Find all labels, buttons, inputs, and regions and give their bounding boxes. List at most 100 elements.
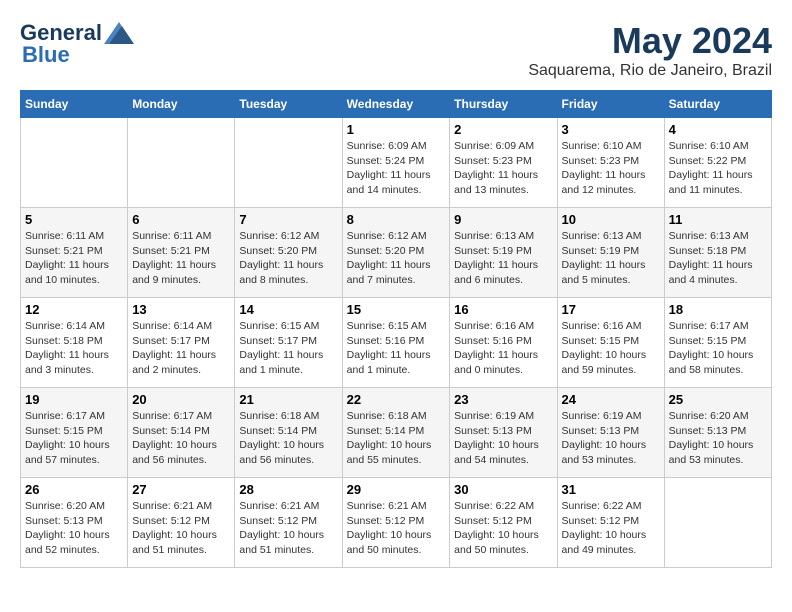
day-number: 11 bbox=[669, 212, 767, 227]
calendar-week-4: 19 Sunrise: 6:17 AM Sunset: 5:15 PM Dayli… bbox=[21, 388, 772, 478]
day-number: 28 bbox=[239, 482, 337, 497]
day-info: Sunrise: 6:12 AM Sunset: 5:20 PM Dayligh… bbox=[239, 229, 337, 288]
day-info: Sunrise: 6:19 AM Sunset: 5:13 PM Dayligh… bbox=[562, 409, 660, 468]
day-info: Sunrise: 6:11 AM Sunset: 5:21 PM Dayligh… bbox=[132, 229, 230, 288]
day-number: 18 bbox=[669, 302, 767, 317]
calendar-cell: 30 Sunrise: 6:22 AM Sunset: 5:12 PM Dayli… bbox=[450, 478, 557, 568]
day-info: Sunrise: 6:16 AM Sunset: 5:16 PM Dayligh… bbox=[454, 319, 552, 378]
calendar-cell: 9 Sunrise: 6:13 AM Sunset: 5:19 PM Daylig… bbox=[450, 208, 557, 298]
location: Saquarema, Rio de Janeiro, Brazil bbox=[528, 62, 772, 80]
day-number: 26 bbox=[25, 482, 123, 497]
calendar-cell: 17Sunrise: 6:16 AM Sunset: 5:15 PM Dayli… bbox=[557, 298, 664, 388]
calendar-cell: 5 Sunrise: 6:11 AM Sunset: 5:21 PM Daylig… bbox=[21, 208, 128, 298]
day-number: 19 bbox=[25, 392, 123, 407]
day-number: 27 bbox=[132, 482, 230, 497]
calendar-cell: 24 Sunrise: 6:19 AM Sunset: 5:13 PM Dayli… bbox=[557, 388, 664, 478]
calendar-cell: 15Sunrise: 6:15 AM Sunset: 5:16 PM Dayli… bbox=[342, 298, 450, 388]
day-info: Sunrise: 6:14 AM Sunset: 5:18 PM Dayligh… bbox=[25, 319, 123, 378]
day-number: 25 bbox=[669, 392, 767, 407]
day-number: 7 bbox=[239, 212, 337, 227]
day-number: 5 bbox=[25, 212, 123, 227]
day-info: Sunrise: 6:15 AM Sunset: 5:16 PM Dayligh… bbox=[347, 319, 446, 378]
day-info: Sunrise: 6:19 AM Sunset: 5:13 PM Dayligh… bbox=[454, 409, 552, 468]
day-number: 16 bbox=[454, 302, 552, 317]
day-number: 29 bbox=[347, 482, 446, 497]
day-number: 20 bbox=[132, 392, 230, 407]
calendar-cell: 25 Sunrise: 6:20 AM Sunset: 5:13 PM Dayli… bbox=[664, 388, 771, 478]
day-info: Sunrise: 6:17 AM Sunset: 5:14 PM Dayligh… bbox=[132, 409, 230, 468]
calendar-cell: 4 Sunrise: 6:10 AM Sunset: 5:22 PM Daylig… bbox=[664, 118, 771, 208]
calendar-cell bbox=[128, 118, 235, 208]
day-info: Sunrise: 6:18 AM Sunset: 5:14 PM Dayligh… bbox=[239, 409, 337, 468]
weekday-header-friday: Friday bbox=[557, 91, 664, 118]
day-info: Sunrise: 6:13 AM Sunset: 5:19 PM Dayligh… bbox=[454, 229, 552, 288]
weekday-header-saturday: Saturday bbox=[664, 91, 771, 118]
day-number: 4 bbox=[669, 122, 767, 137]
weekday-header-monday: Monday bbox=[128, 91, 235, 118]
day-number: 9 bbox=[454, 212, 552, 227]
calendar-cell: 31 Sunrise: 6:22 AM Sunset: 5:12 PM Dayli… bbox=[557, 478, 664, 568]
day-number: 23 bbox=[454, 392, 552, 407]
day-number: 24 bbox=[562, 392, 660, 407]
calendar-cell: 16 Sunrise: 6:16 AM Sunset: 5:16 PM Dayli… bbox=[450, 298, 557, 388]
day-info: Sunrise: 6:21 AM Sunset: 5:12 PM Dayligh… bbox=[239, 499, 337, 558]
calendar-week-5: 26 Sunrise: 6:20 AM Sunset: 5:13 PM Dayli… bbox=[21, 478, 772, 568]
calendar-cell: 23 Sunrise: 6:19 AM Sunset: 5:13 PM Dayli… bbox=[450, 388, 557, 478]
day-number: 13 bbox=[132, 302, 230, 317]
day-info: Sunrise: 6:11 AM Sunset: 5:21 PM Dayligh… bbox=[25, 229, 123, 288]
day-info: Sunrise: 6:09 AM Sunset: 5:24 PM Dayligh… bbox=[347, 139, 446, 198]
day-info: Sunrise: 6:18 AM Sunset: 5:14 PM Dayligh… bbox=[347, 409, 446, 468]
day-info: Sunrise: 6:09 AM Sunset: 5:23 PM Dayligh… bbox=[454, 139, 552, 198]
calendar-cell: 26 Sunrise: 6:20 AM Sunset: 5:13 PM Dayli… bbox=[21, 478, 128, 568]
day-info: Sunrise: 6:20 AM Sunset: 5:13 PM Dayligh… bbox=[25, 499, 123, 558]
calendar-cell: 3 Sunrise: 6:10 AM Sunset: 5:23 PM Daylig… bbox=[557, 118, 664, 208]
calendar-cell: 20 Sunrise: 6:17 AM Sunset: 5:14 PM Dayli… bbox=[128, 388, 235, 478]
day-number: 31 bbox=[562, 482, 660, 497]
day-info: Sunrise: 6:22 AM Sunset: 5:12 PM Dayligh… bbox=[562, 499, 660, 558]
day-number: 30 bbox=[454, 482, 552, 497]
calendar-table: SundayMondayTuesdayWednesdayThursdayFrid… bbox=[20, 90, 772, 568]
day-info: Sunrise: 6:10 AM Sunset: 5:22 PM Dayligh… bbox=[669, 139, 767, 198]
day-number: 10 bbox=[562, 212, 660, 227]
calendar-cell bbox=[235, 118, 342, 208]
day-number: 12 bbox=[25, 302, 123, 317]
weekday-header-wednesday: Wednesday bbox=[342, 91, 450, 118]
calendar-week-1: 1Sunrise: 6:09 AM Sunset: 5:24 PM Daylig… bbox=[21, 118, 772, 208]
calendar-cell: 13 Sunrise: 6:14 AM Sunset: 5:17 PM Dayli… bbox=[128, 298, 235, 388]
month-title: May 2024 bbox=[528, 20, 772, 62]
logo: General Blue bbox=[20, 20, 134, 68]
calendar-cell: 21Sunrise: 6:18 AM Sunset: 5:14 PM Dayli… bbox=[235, 388, 342, 478]
day-info: Sunrise: 6:13 AM Sunset: 5:18 PM Dayligh… bbox=[669, 229, 767, 288]
calendar-cell: 6 Sunrise: 6:11 AM Sunset: 5:21 PM Daylig… bbox=[128, 208, 235, 298]
day-info: Sunrise: 6:22 AM Sunset: 5:12 PM Dayligh… bbox=[454, 499, 552, 558]
day-info: Sunrise: 6:14 AM Sunset: 5:17 PM Dayligh… bbox=[132, 319, 230, 378]
calendar-cell: 18 Sunrise: 6:17 AM Sunset: 5:15 PM Dayli… bbox=[664, 298, 771, 388]
calendar-cell: 19 Sunrise: 6:17 AM Sunset: 5:15 PM Dayli… bbox=[21, 388, 128, 478]
weekday-header-tuesday: Tuesday bbox=[235, 91, 342, 118]
day-info: Sunrise: 6:15 AM Sunset: 5:17 PM Dayligh… bbox=[239, 319, 337, 378]
day-info: Sunrise: 6:10 AM Sunset: 5:23 PM Dayligh… bbox=[562, 139, 660, 198]
calendar-cell: 22 Sunrise: 6:18 AM Sunset: 5:14 PM Dayli… bbox=[342, 388, 450, 478]
logo-blue-text: Blue bbox=[22, 42, 70, 68]
calendar-cell: 27Sunrise: 6:21 AM Sunset: 5:12 PM Dayli… bbox=[128, 478, 235, 568]
day-number: 3 bbox=[562, 122, 660, 137]
calendar-cell: 12 Sunrise: 6:14 AM Sunset: 5:18 PM Dayli… bbox=[21, 298, 128, 388]
day-number: 8 bbox=[347, 212, 446, 227]
day-info: Sunrise: 6:17 AM Sunset: 5:15 PM Dayligh… bbox=[25, 409, 123, 468]
day-info: Sunrise: 6:17 AM Sunset: 5:15 PM Dayligh… bbox=[669, 319, 767, 378]
calendar-cell: 1Sunrise: 6:09 AM Sunset: 5:24 PM Daylig… bbox=[342, 118, 450, 208]
calendar-cell: 14Sunrise: 6:15 AM Sunset: 5:17 PM Dayli… bbox=[235, 298, 342, 388]
day-number: 6 bbox=[132, 212, 230, 227]
weekday-header-thursday: Thursday bbox=[450, 91, 557, 118]
weekday-header-row: SundayMondayTuesdayWednesdayThursdayFrid… bbox=[21, 91, 772, 118]
day-info: Sunrise: 6:13 AM Sunset: 5:19 PM Dayligh… bbox=[562, 229, 660, 288]
calendar-cell: 28 Sunrise: 6:21 AM Sunset: 5:12 PM Dayli… bbox=[235, 478, 342, 568]
calendar-cell: 29Sunrise: 6:21 AM Sunset: 5:12 PM Dayli… bbox=[342, 478, 450, 568]
calendar-cell: 8Sunrise: 6:12 AM Sunset: 5:20 PM Daylig… bbox=[342, 208, 450, 298]
day-number: 22 bbox=[347, 392, 446, 407]
logo-icon bbox=[104, 22, 134, 44]
calendar-cell: 10 Sunrise: 6:13 AM Sunset: 5:19 PM Dayli… bbox=[557, 208, 664, 298]
day-info: Sunrise: 6:20 AM Sunset: 5:13 PM Dayligh… bbox=[669, 409, 767, 468]
day-number: 2 bbox=[454, 122, 552, 137]
day-number: 17 bbox=[562, 302, 660, 317]
